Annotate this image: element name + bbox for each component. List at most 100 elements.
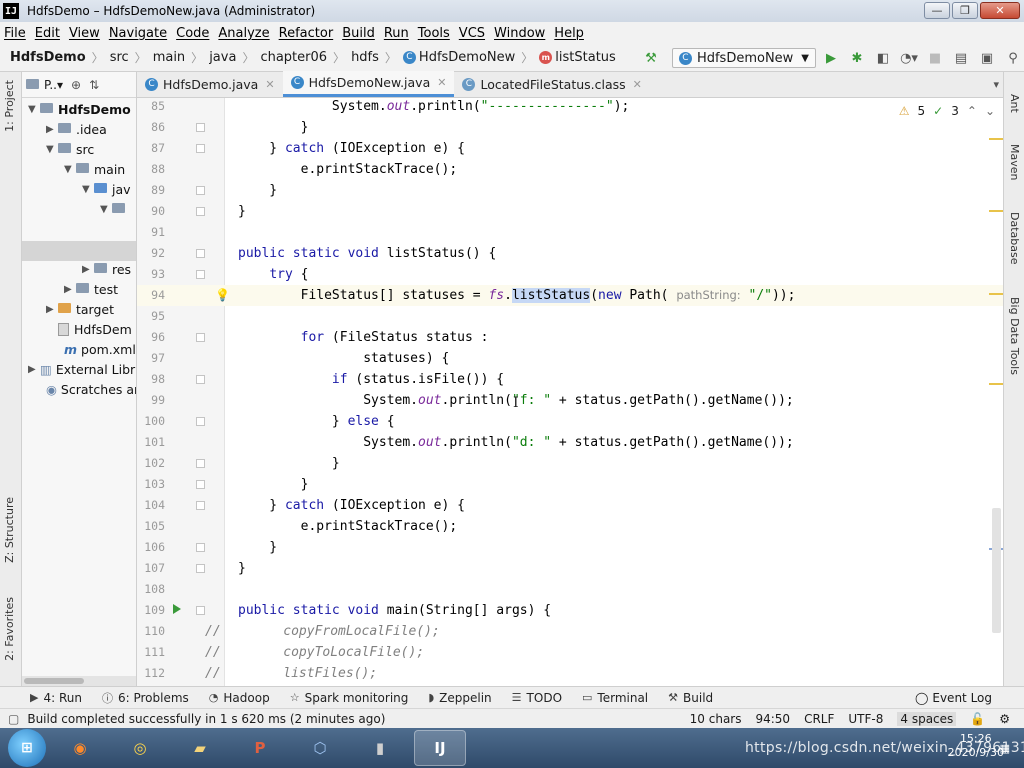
problems-tool-button[interactable]: ⓘ 6: Problems [102, 690, 189, 706]
tree-item-scratches[interactable]: ◉ Scratches ar [46, 379, 136, 399]
menu-file[interactable]: File [4, 26, 26, 41]
collapse-icon[interactable]: ⇅ [89, 78, 99, 92]
warning-marker[interactable] [989, 293, 1003, 295]
menu-code[interactable]: Code [176, 26, 209, 41]
file-encoding[interactable]: UTF-8 [848, 712, 883, 726]
close-tab-icon[interactable]: ✕ [633, 78, 642, 91]
run-tool-button[interactable]: ▶ 4: Run [30, 691, 82, 705]
tab-hdfsdemonew-java[interactable]: C HdfsDemoNew.java ✕ [282, 71, 455, 97]
project-tool-tab[interactable]: 1: Project [3, 80, 16, 132]
fold-marker-icon[interactable] [196, 123, 205, 132]
menu-vcs[interactable]: VCS [459, 26, 485, 41]
tree-item-idea[interactable]: ▶ .idea [46, 119, 107, 139]
menu-build[interactable]: Build [342, 26, 375, 41]
tree-item-pom[interactable]: m pom.xml [64, 339, 136, 359]
close-tab-icon[interactable]: ✕ [437, 76, 446, 89]
code-editor[interactable]: ⚠ 5 ✓ 3 ⌃ ⌄ 85 System.out.println("-------… [137, 98, 1003, 686]
todo-tool-button[interactable]: ☰ TODO [512, 691, 562, 705]
tree-item-external-libraries[interactable]: ▶ ▥ External Libr [28, 359, 135, 379]
ant-tool-tab[interactable]: Ant [1008, 94, 1021, 113]
fold-marker-icon[interactable] [196, 333, 205, 342]
fold-marker-icon[interactable] [196, 501, 205, 510]
fold-marker-icon[interactable] [196, 606, 205, 615]
menu-analyze[interactable]: Analyze [218, 26, 269, 41]
warning-marker[interactable] [989, 210, 1003, 212]
breadcrumb-java[interactable]: java [209, 50, 236, 65]
caret-position[interactable]: 94:50 [755, 712, 790, 726]
favorites-tool-tab[interactable]: 2: Favorites [3, 597, 16, 661]
terminal-tool-button[interactable]: ▭ Terminal [582, 691, 648, 705]
breadcrumb-chapter06[interactable]: chapter06 [260, 50, 327, 65]
menu-edit[interactable]: Edit [35, 26, 60, 41]
tab-locatedfilestatus-class[interactable]: C LocatedFileStatus.class ✕ [454, 71, 649, 97]
tree-item-iml[interactable]: HdfsDem [58, 319, 132, 339]
maven-tool-tab[interactable]: Maven [1008, 144, 1021, 180]
warning-marker[interactable] [989, 138, 1003, 140]
start-button[interactable]: ⊞ [8, 729, 46, 767]
menu-navigate[interactable]: Navigate [109, 26, 167, 41]
horizontal-scrollbar[interactable] [22, 676, 136, 686]
breadcrumb-project[interactable]: HdfsDemo [10, 50, 86, 65]
breadcrumb-class[interactable]: C HdfsDemoNew [402, 50, 515, 65]
fold-marker-icon[interactable] [196, 249, 205, 258]
layout-icon[interactable]: ▣ [976, 48, 998, 68]
fold-marker-icon[interactable] [196, 417, 205, 426]
taskbar-chrome[interactable]: ◎ [114, 730, 166, 766]
close-button[interactable]: ✕ [980, 2, 1020, 19]
menu-tools[interactable]: Tools [418, 26, 450, 41]
lightbulb-icon[interactable]: 💡 [215, 288, 230, 302]
tabs-overflow-icon[interactable]: ▾ [993, 78, 999, 91]
selection-chars[interactable]: 10 chars [690, 712, 742, 726]
scrollbar-thumb[interactable] [24, 678, 84, 684]
menu-refactor[interactable]: Refactor [279, 26, 334, 41]
indent-setting[interactable]: 4 spaces [897, 712, 957, 726]
tree-item-resources[interactable]: ▶ res [82, 259, 131, 279]
fold-marker-icon[interactable] [196, 207, 205, 216]
tree-item-test[interactable]: ▶ test [64, 279, 118, 299]
run-icon[interactable]: ▶ [820, 48, 842, 68]
coverage-icon[interactable]: ◧ [872, 48, 894, 68]
tree-item-src[interactable]: ▼ src [46, 139, 94, 159]
taskbar-intellij[interactable]: IJ [414, 730, 466, 766]
taskbar-virtualbox[interactable]: ⬡ [294, 730, 346, 766]
breadcrumb-hdfs[interactable]: hdfs [351, 50, 379, 65]
project-view-select[interactable]: P..▾ [26, 78, 63, 92]
tree-item-package[interactable]: ▼ [100, 199, 130, 219]
fold-marker-icon[interactable] [196, 375, 205, 384]
fold-marker-icon[interactable] [196, 564, 205, 573]
breadcrumb-main[interactable]: main [153, 50, 185, 65]
taskbar-firefox[interactable]: ◉ [54, 730, 106, 766]
fold-marker-icon[interactable] [196, 270, 205, 279]
taskbar-explorer[interactable]: ▰ [174, 730, 226, 766]
big-data-tools-tab[interactable]: Big Data Tools [1008, 297, 1021, 375]
maximize-button[interactable]: ❐ [952, 2, 978, 19]
profile-icon[interactable]: ◔▾ [898, 48, 920, 68]
event-gear-icon[interactable]: ⚙ [999, 712, 1010, 726]
lock-icon[interactable]: 🔓 [970, 712, 985, 726]
system-clock[interactable]: 15:26 2020/9/30 [948, 732, 1004, 760]
line-separator[interactable]: CRLF [804, 712, 834, 726]
menu-run[interactable]: Run [384, 26, 409, 41]
fold-marker-icon[interactable] [196, 480, 205, 489]
spark-monitoring-tool-button[interactable]: ☆ Spark monitoring [290, 691, 409, 705]
fold-marker-icon[interactable] [196, 186, 205, 195]
fold-marker-icon[interactable] [196, 459, 205, 468]
breadcrumb-src[interactable]: src [110, 50, 129, 65]
database-tool-tab[interactable]: Database [1008, 212, 1021, 265]
menu-window[interactable]: Window [494, 26, 545, 41]
run-gutter-icon[interactable] [173, 604, 181, 614]
event-log-button[interactable]: ◯ Event Log [915, 691, 992, 705]
locate-target-icon[interactable]: ⊕ [71, 78, 81, 92]
tree-item-java[interactable]: ▼ jav [82, 179, 131, 199]
fold-marker-icon[interactable] [196, 543, 205, 552]
build-tool-button[interactable]: ⚒ Build [668, 691, 713, 705]
tree-item-hdfsdemo[interactable]: ▼ HdfsDemo [28, 99, 131, 119]
fold-marker-icon[interactable] [196, 144, 205, 153]
build-hammer-icon[interactable]: ⚒ [640, 48, 662, 68]
structure-tool-tab[interactable]: Z: Structure [3, 497, 16, 563]
menu-help[interactable]: Help [554, 26, 584, 41]
breadcrumb-method[interactable]: m listStatus [539, 50, 616, 65]
editor-scrollbar-thumb[interactable] [992, 508, 1001, 633]
tree-item-target[interactable]: ▶ target [46, 299, 114, 319]
taskbar-powerpoint[interactable]: P [234, 730, 286, 766]
